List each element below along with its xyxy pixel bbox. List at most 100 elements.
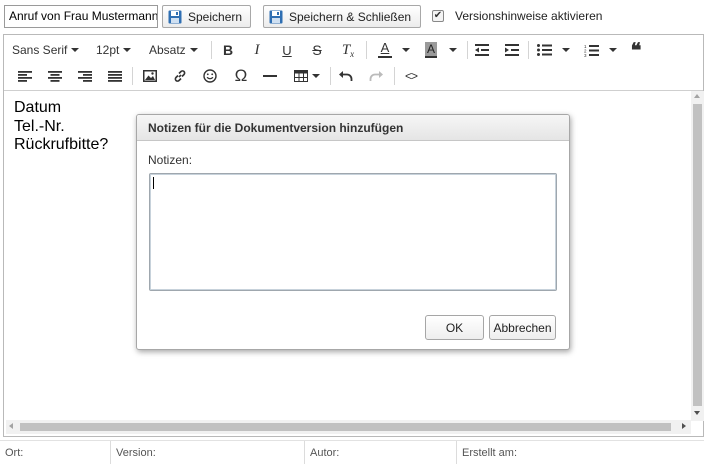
version-notes-checkbox[interactable]: ✔ [432, 10, 444, 22]
text-color-dropdown[interactable] [400, 38, 412, 62]
align-center-icon[interactable] [46, 64, 64, 88]
horizontal-scroll-thumb[interactable] [20, 423, 671, 431]
version-notes-label: Versionshinweise aktivieren [455, 9, 603, 23]
toolbar-separator [132, 67, 133, 85]
document-body[interactable]: Datum Tel.-Nr. Rückrufbitte? [14, 99, 108, 155]
status-version: Version: [111, 441, 305, 464]
indent-icon[interactable] [503, 38, 521, 62]
text-cursor [153, 177, 154, 189]
bold-icon[interactable]: B [219, 38, 237, 62]
chevron-down-icon [71, 48, 80, 52]
toolbar-separator [394, 67, 395, 85]
save-and-close-button[interactable]: Speichern & Schließen [263, 5, 421, 28]
quote-glyph: ❝ [630, 38, 642, 62]
version-notes-dialog: Notizen für die Dokumentversion hinzufüg… [136, 114, 570, 350]
toolbar-separator [211, 41, 212, 59]
omega-glyph: Ω [234, 66, 248, 85]
blockquote-icon[interactable]: ❝ [626, 38, 646, 62]
floppy-disk-icon [269, 10, 283, 24]
status-location-label: Ort: [5, 447, 24, 459]
toolbar-divider [4, 90, 703, 91]
table-icon[interactable] [292, 64, 322, 88]
chevron-down-icon [189, 48, 198, 52]
status-bar: Ort: Version: Autor: Erstellt am: [0, 440, 704, 464]
horizontal-scrollbar[interactable] [6, 420, 691, 434]
chevron-down-icon [123, 48, 132, 52]
toolbar-separator [467, 41, 468, 59]
status-author: Autor: [305, 441, 457, 464]
chevron-down-icon [609, 48, 617, 52]
floppy-disk-icon [168, 10, 182, 24]
scroll-up-arrow-icon[interactable] [694, 94, 700, 98]
scroll-left-arrow-icon[interactable] [9, 423, 13, 429]
toolbar-row-1: Sans Serif 12pt Absatz B I U S Tx A A 1 … [4, 36, 703, 63]
dialog-title[interactable]: Notizen für die Dokumentversion hinzufüg… [137, 115, 569, 141]
top-bar: Anruf von Frau Mustermann Speichern Spei… [0, 0, 704, 34]
status-version-label: Version: [116, 447, 156, 459]
strike-glyph: S [312, 42, 322, 58]
bullet-list-dropdown[interactable] [560, 38, 572, 62]
chevron-down-icon [312, 74, 320, 78]
cancel-button[interactable]: Abbrechen [489, 315, 556, 340]
vertical-scroll-thumb[interactable] [693, 104, 702, 406]
save-button[interactable]: Speichern [162, 5, 251, 28]
status-created-label: Erstellt am: [462, 447, 518, 459]
bold-glyph: B [222, 42, 234, 58]
document-title-input[interactable]: Anruf von Frau Mustermann [4, 5, 158, 28]
block-format-value: Absatz [149, 43, 186, 57]
underline-glyph: U [282, 42, 292, 58]
outdent-icon[interactable] [473, 38, 491, 62]
chevron-down-icon [562, 48, 570, 52]
align-right-icon[interactable] [76, 64, 94, 88]
toolbar-separator [366, 41, 367, 59]
align-left-icon[interactable] [16, 64, 34, 88]
document-line: Tel.-Nr. [14, 117, 65, 135]
horizontal-rule-icon[interactable] [261, 64, 279, 88]
ok-button[interactable]: OK [425, 315, 484, 340]
text-color-icon[interactable]: A [374, 38, 396, 62]
vertical-scrollbar[interactable] [691, 91, 704, 421]
scroll-down-arrow-icon[interactable] [694, 411, 700, 415]
numbered-list-icon[interactable]: 123 [582, 38, 600, 62]
align-justify-icon[interactable] [106, 64, 124, 88]
block-format-select[interactable]: Absatz [149, 38, 198, 62]
document-line: Rückrufbitte? [14, 136, 109, 153]
numbered-list-dropdown[interactable] [607, 38, 619, 62]
special-character-icon[interactable]: Ω [231, 64, 251, 88]
clear-formatting-icon[interactable]: Tx [338, 38, 358, 62]
link-icon[interactable] [171, 64, 189, 88]
redo-icon[interactable] [367, 64, 385, 88]
font-family-select[interactable]: Sans Serif [12, 38, 80, 62]
underline-icon[interactable]: U [278, 38, 296, 62]
font-size-select[interactable]: 12pt [96, 38, 132, 62]
source-code-icon[interactable]: <> [401, 64, 421, 88]
font-family-value: Sans Serif [12, 43, 68, 57]
background-color-icon[interactable]: A [420, 38, 442, 62]
status-author-label: Autor: [310, 447, 340, 459]
bg-color-glyph: A [424, 42, 437, 58]
code-glyph: <> [404, 69, 418, 83]
toolbar-row-2: Ω <> [4, 62, 703, 89]
toolbar-separator [330, 67, 331, 85]
strikethrough-icon[interactable]: S [308, 38, 326, 62]
status-location: Ort: [0, 441, 111, 464]
version-notes-toggle[interactable]: ✔ Versionshinweise aktivieren [432, 9, 602, 23]
background-color-dropdown[interactable] [447, 38, 459, 62]
document-line: Datum [14, 99, 62, 116]
emoticon-icon[interactable] [201, 64, 219, 88]
chevron-down-icon [449, 48, 457, 52]
italic-glyph: I [254, 41, 260, 58]
notes-textarea[interactable] [149, 173, 557, 291]
notes-label: Notizen: [148, 153, 193, 167]
italic-icon[interactable]: I [248, 38, 266, 62]
image-icon[interactable] [141, 64, 159, 88]
toolbar-separator [528, 41, 529, 59]
scroll-right-arrow-icon[interactable] [682, 423, 686, 429]
save-button-label: Speichern [188, 9, 243, 24]
text-color-glyph: A [380, 40, 390, 55]
bullet-list-icon[interactable] [535, 38, 553, 62]
status-created: Erstellt am: [457, 441, 704, 464]
document-title-value: Anruf von Frau Mustermann [9, 9, 158, 23]
clear-format-glyph: T [341, 41, 351, 58]
undo-icon[interactable] [337, 64, 355, 88]
